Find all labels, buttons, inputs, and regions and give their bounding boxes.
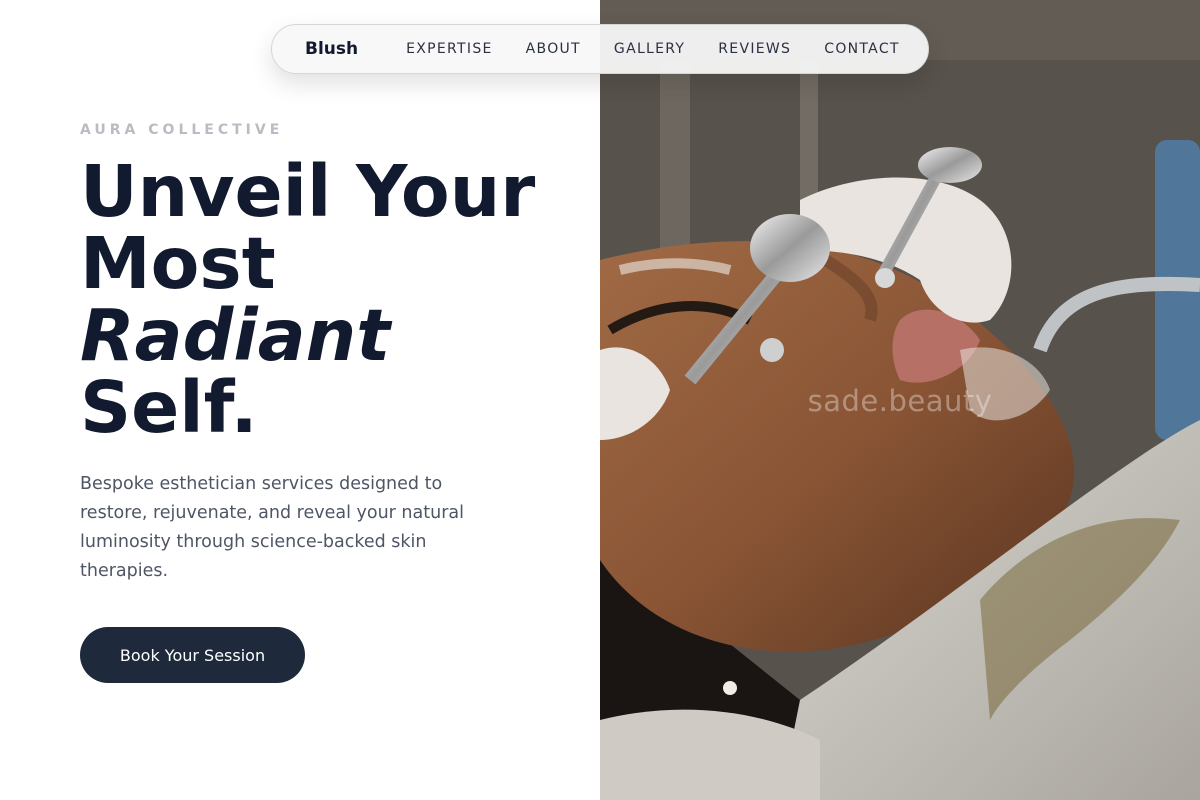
book-session-button[interactable]: Book Your Session (80, 627, 305, 683)
nav-link-reviews[interactable]: REVIEWS (718, 41, 791, 57)
nav-link-gallery[interactable]: GALLERY (614, 41, 685, 57)
photo-watermark: sade.beauty (807, 384, 993, 418)
brand-logo[interactable]: Blush (305, 39, 358, 59)
hero-description: Bespoke esthetician services designed to… (80, 474, 464, 581)
hero-eyebrow: AURA COLLECTIVE (80, 122, 284, 138)
headline-line-3: Radiant (80, 294, 391, 377)
nav-link-contact[interactable]: CONTACT (824, 41, 900, 57)
hero-photo: sade.beauty (600, 0, 1200, 800)
headline-line-1: Unveil Your (80, 150, 536, 233)
headline-line-4: Self. (80, 366, 258, 449)
headline-line-2: Most (80, 222, 276, 305)
hero-headline: Unveil Your Most Radiant Self. (80, 156, 580, 444)
nav-link-expertise[interactable]: EXPERTISE (406, 41, 493, 57)
top-navigation: Blush EXPERTISE ABOUT GALLERY REVIEWS CO… (271, 24, 929, 74)
nav-link-about[interactable]: ABOUT (526, 41, 581, 57)
